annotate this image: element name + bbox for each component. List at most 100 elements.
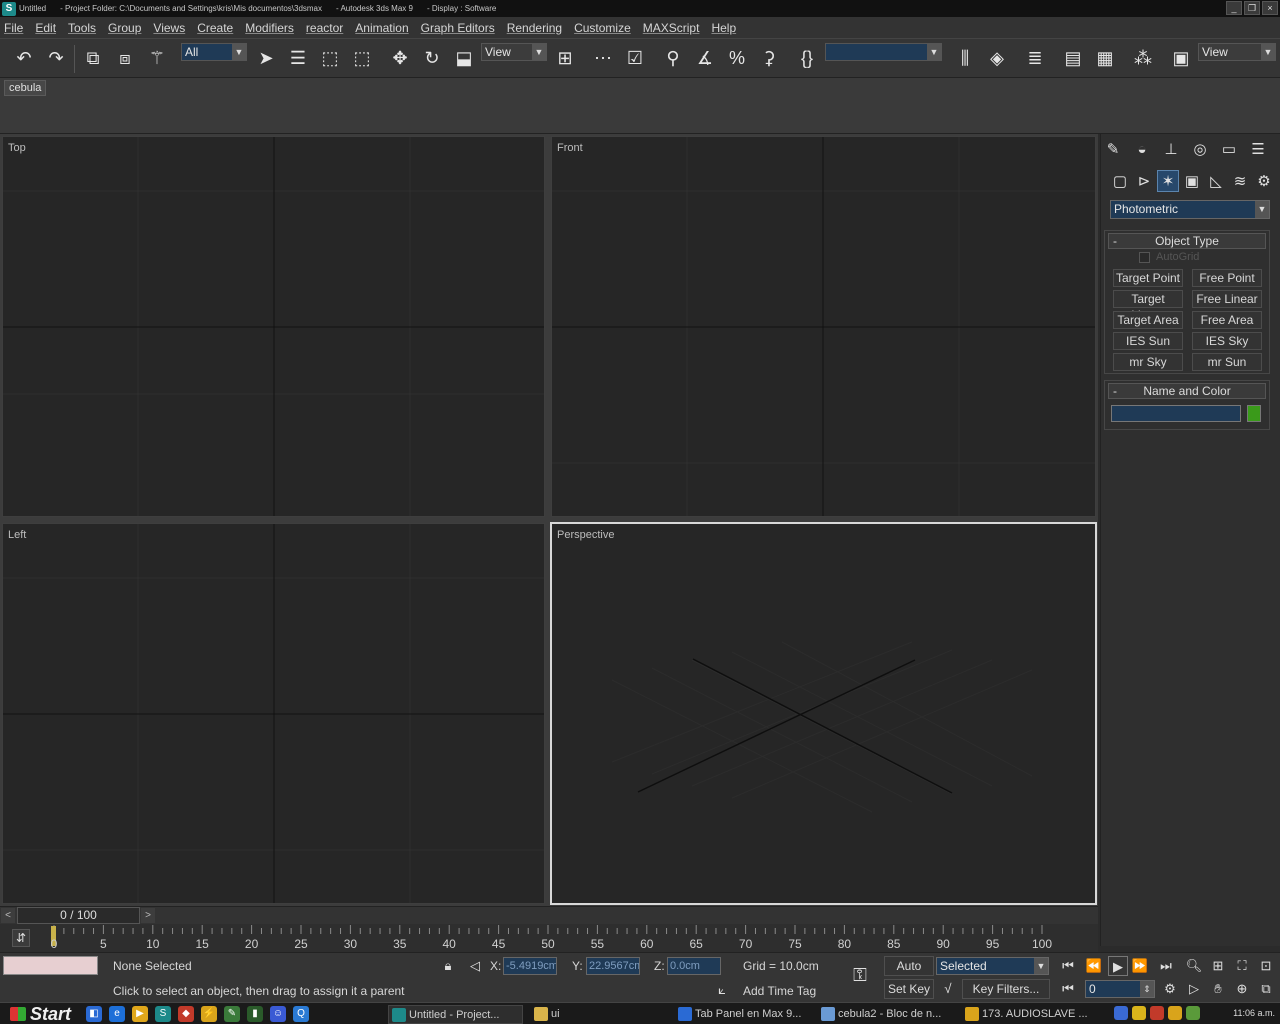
systems-icon[interactable]: ⚙ — [1253, 170, 1275, 192]
time-next-icon[interactable]: > — [141, 908, 155, 923]
object-type-header[interactable]: - Object Type — [1108, 233, 1266, 249]
track-bar[interactable]: ⇵ 0 5 10 15 20 25 30 35 40 45 50 55 60 65 70 75 80 85 90 95… — [0, 924, 1098, 952]
spinner-snap-icon[interactable]: ⚳ — [757, 46, 781, 70]
menu-graph-editors[interactable]: Graph Editors — [421, 21, 495, 35]
menu-rendering[interactable]: Rendering — [507, 21, 562, 35]
time-slider[interactable]: < 0 / 100 > — [0, 906, 1098, 924]
menu-modifiers[interactable]: Modifiers — [245, 21, 294, 35]
curve-editor-icon[interactable]: ▤ — [1061, 46, 1085, 70]
viewport-front[interactable]: Front — [551, 136, 1096, 517]
play-icon[interactable]: ▶ — [1108, 956, 1128, 976]
viewport-perspective-label[interactable]: Perspective — [557, 529, 614, 541]
free-point-button[interactable]: Free Point — [1192, 269, 1262, 287]
menu-reactor[interactable]: reactor — [306, 21, 343, 35]
layer-manager-icon[interactable]: ≣ — [1023, 46, 1047, 70]
redo-icon[interactable]: ↷ — [44, 46, 68, 70]
ies-sky-button[interactable]: IES Sky — [1192, 332, 1262, 350]
set-key-button[interactable]: Set Key — [884, 979, 934, 999]
key-mode-toggle-icon[interactable]: ⏮ — [1058, 979, 1078, 999]
cameras-icon[interactable]: ▣ — [1181, 170, 1203, 192]
select-and-move-icon[interactable]: ✥ — [388, 46, 412, 70]
time-slider-thumb[interactable]: 0 / 100 — [17, 907, 140, 924]
target-linear-button[interactable]: Target Linear — [1113, 290, 1183, 322]
render-scene-icon[interactable]: ▣ — [1169, 46, 1193, 70]
current-frame-field[interactable]: 0 ⇕ — [1085, 980, 1155, 998]
add-time-tag-button[interactable]: Add Time Tag — [738, 982, 836, 1000]
field-of-view-icon[interactable]: ▷ — [1184, 979, 1204, 999]
target-point-button[interactable]: Target Point — [1113, 269, 1183, 287]
shield-icon[interactable] — [1132, 1006, 1146, 1020]
media-player-icon[interactable]: ▶ — [132, 1006, 148, 1022]
menu-maxscript[interactable]: MAXScript — [643, 21, 700, 35]
menu-tools[interactable]: Tools — [68, 21, 96, 35]
select-manipulate-icon[interactable]: ⋯ — [591, 46, 615, 70]
angle-snap-icon[interactable]: ∡ — [693, 46, 717, 70]
task-3dsmax[interactable]: Untitled - Project... — [388, 1005, 523, 1024]
named-selection-set-dropdown[interactable]: ▼ — [825, 43, 942, 61]
mr-sun-button[interactable]: mr Sun — [1192, 353, 1262, 371]
start-button[interactable]: Start — [2, 1004, 80, 1024]
tab-cebula[interactable]: cebula — [4, 80, 47, 96]
time-configuration-icon[interactable]: ⚙ — [1160, 979, 1180, 999]
material-editor-icon[interactable]: ⁂ — [1131, 46, 1155, 70]
edit-named-selection-icon[interactable]: {} — [795, 46, 819, 70]
lights-icon[interactable]: ✶ — [1157, 170, 1179, 192]
search-quicklaunch-icon[interactable]: Q — [293, 1006, 309, 1022]
object-name-field[interactable] — [1111, 405, 1241, 422]
snaps-toggle-icon[interactable]: ⚲ — [661, 46, 685, 70]
time-prev-icon[interactable]: < — [1, 908, 15, 923]
schematic-view-icon[interactable]: ▦ — [1093, 46, 1117, 70]
unlink-selection-icon[interactable]: ⧈ — [113, 46, 137, 70]
name-and-color-header[interactable]: - Name and Color — [1108, 383, 1266, 399]
viewport-top[interactable]: Top — [2, 136, 545, 517]
rectangular-selection-icon[interactable]: ⬚ — [318, 46, 342, 70]
3dsmax-app-icon[interactable]: S — [2, 1, 16, 16]
show-desktop-icon[interactable]: ◧ — [86, 1006, 102, 1022]
menu-group[interactable]: Group — [108, 21, 141, 35]
select-by-name-icon[interactable]: ☰ — [286, 46, 310, 70]
3dsmax-quicklaunch-icon[interactable]: S — [155, 1006, 171, 1022]
maximize-viewport-icon[interactable]: ⧉ — [1256, 979, 1276, 999]
restore-icon[interactable]: ❐ — [1244, 1, 1260, 15]
network-icon[interactable] — [1186, 1006, 1200, 1020]
auto-key-button[interactable]: Auto Key — [884, 956, 934, 991]
task-tab-panel[interactable]: Tab Panel en Max 9... — [675, 1005, 810, 1024]
close-icon[interactable]: × — [1262, 1, 1278, 15]
bind-to-space-warp-icon[interactable]: ⚚ — [145, 46, 169, 70]
set-keys-key-icon[interactable]: ⚿ — [846, 965, 874, 985]
key-mode-dropdown[interactable]: Selected ▼ — [936, 957, 1049, 975]
free-area-button[interactable]: Free Area — [1192, 311, 1262, 329]
space-warps-icon[interactable]: ≋ — [1229, 170, 1251, 192]
modify-tab-icon[interactable]: ◒ — [1131, 138, 1153, 160]
menu-views[interactable]: Views — [153, 21, 185, 35]
autogrid-checkbox[interactable]: AutoGrid — [1139, 251, 1199, 263]
shapes-icon[interactable]: ⊳ — [1133, 170, 1155, 192]
volume-icon[interactable] — [1168, 1006, 1182, 1020]
select-object-icon[interactable]: ➤ — [254, 46, 278, 70]
task-winamp[interactable]: 173. AUDIOSLAVE ... — [962, 1005, 1097, 1024]
select-and-rotate-icon[interactable]: ↻ — [420, 46, 444, 70]
utilities-tab-icon[interactable]: ☰ — [1247, 138, 1269, 160]
terminal-icon[interactable]: ▮ — [247, 1006, 263, 1022]
messenger-icon[interactable]: ☺ — [270, 1006, 286, 1022]
selection-filter-dropdown[interactable]: All ▼ — [181, 43, 247, 61]
target-area-button[interactable]: Target Area — [1113, 311, 1183, 329]
next-frame-icon[interactable]: ⏩ — [1130, 956, 1150, 976]
align-icon[interactable]: ◈ — [985, 46, 1009, 70]
helpers-icon[interactable]: ◺ — [1205, 170, 1227, 192]
internet-explorer-icon[interactable]: e — [109, 1006, 125, 1022]
task-notepad[interactable]: cebula2 - Bloc de n... — [818, 1005, 953, 1024]
zoom-extents-icon[interactable]: ⛶ — [1232, 956, 1252, 976]
menu-customize[interactable]: Customize — [574, 21, 631, 35]
winamp-icon[interactable]: ⚡ — [201, 1006, 217, 1022]
y-coordinate-field[interactable]: 22.9567cm — [586, 957, 640, 975]
light-category-dropdown[interactable]: Photometric ▼ — [1110, 200, 1270, 219]
undo-icon[interactable]: ↶ — [12, 46, 36, 70]
zoom-all-icon[interactable]: ⊞ — [1208, 956, 1228, 976]
window-crossing-icon[interactable]: ⬚ — [350, 46, 374, 70]
go-to-start-icon[interactable]: ⏮ — [1058, 956, 1078, 976]
key-filters-button[interactable]: Key Filters... — [962, 979, 1050, 999]
x-coordinate-field[interactable]: -5.4919cm — [503, 957, 557, 975]
absolute-mode-icon[interactable]: ◁ — [465, 956, 485, 976]
menu-create[interactable]: Create — [197, 21, 233, 35]
